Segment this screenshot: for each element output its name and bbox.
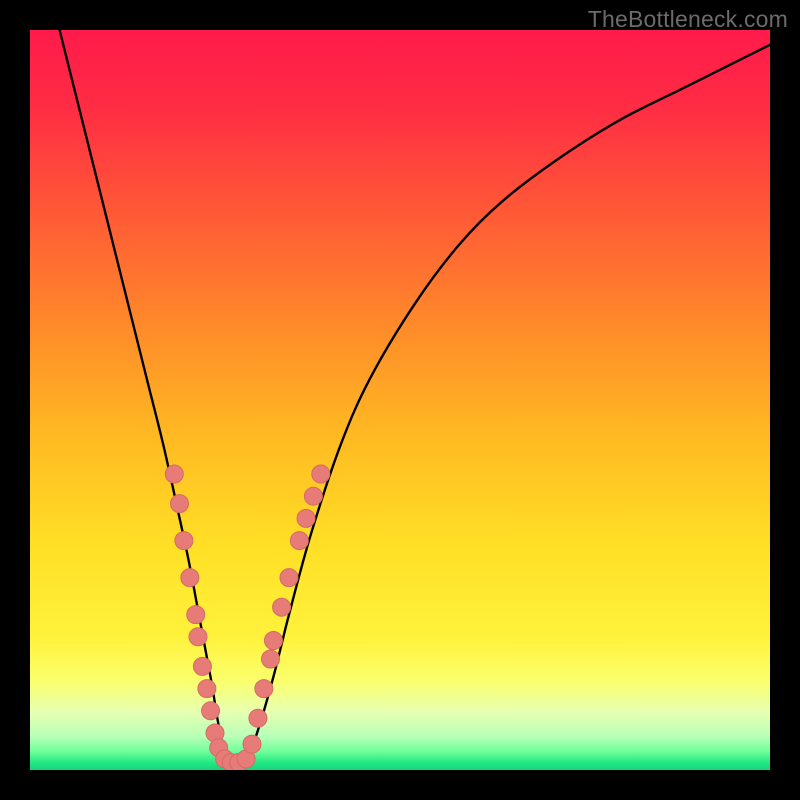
data-dot bbox=[181, 569, 199, 587]
data-dot bbox=[175, 532, 193, 550]
data-dot bbox=[202, 702, 220, 720]
data-dot bbox=[255, 680, 273, 698]
chart-svg bbox=[30, 30, 770, 770]
data-dot bbox=[170, 495, 188, 513]
data-dot bbox=[290, 532, 308, 550]
gradient-background bbox=[30, 30, 770, 770]
data-dot bbox=[280, 569, 298, 587]
data-dot bbox=[264, 632, 282, 650]
data-dot bbox=[297, 509, 315, 527]
data-dot bbox=[312, 465, 330, 483]
data-dot bbox=[193, 657, 211, 675]
data-dot bbox=[187, 606, 205, 624]
data-dot bbox=[249, 709, 267, 727]
data-dot bbox=[273, 598, 291, 616]
data-dot bbox=[262, 650, 280, 668]
data-dot bbox=[304, 487, 322, 505]
data-dot bbox=[198, 680, 216, 698]
data-dot bbox=[189, 628, 207, 646]
watermark-text: TheBottleneck.com bbox=[588, 6, 788, 33]
outer-frame: TheBottleneck.com bbox=[0, 0, 800, 800]
data-dot bbox=[165, 465, 183, 483]
data-dot bbox=[243, 735, 261, 753]
plot-area bbox=[30, 30, 770, 770]
